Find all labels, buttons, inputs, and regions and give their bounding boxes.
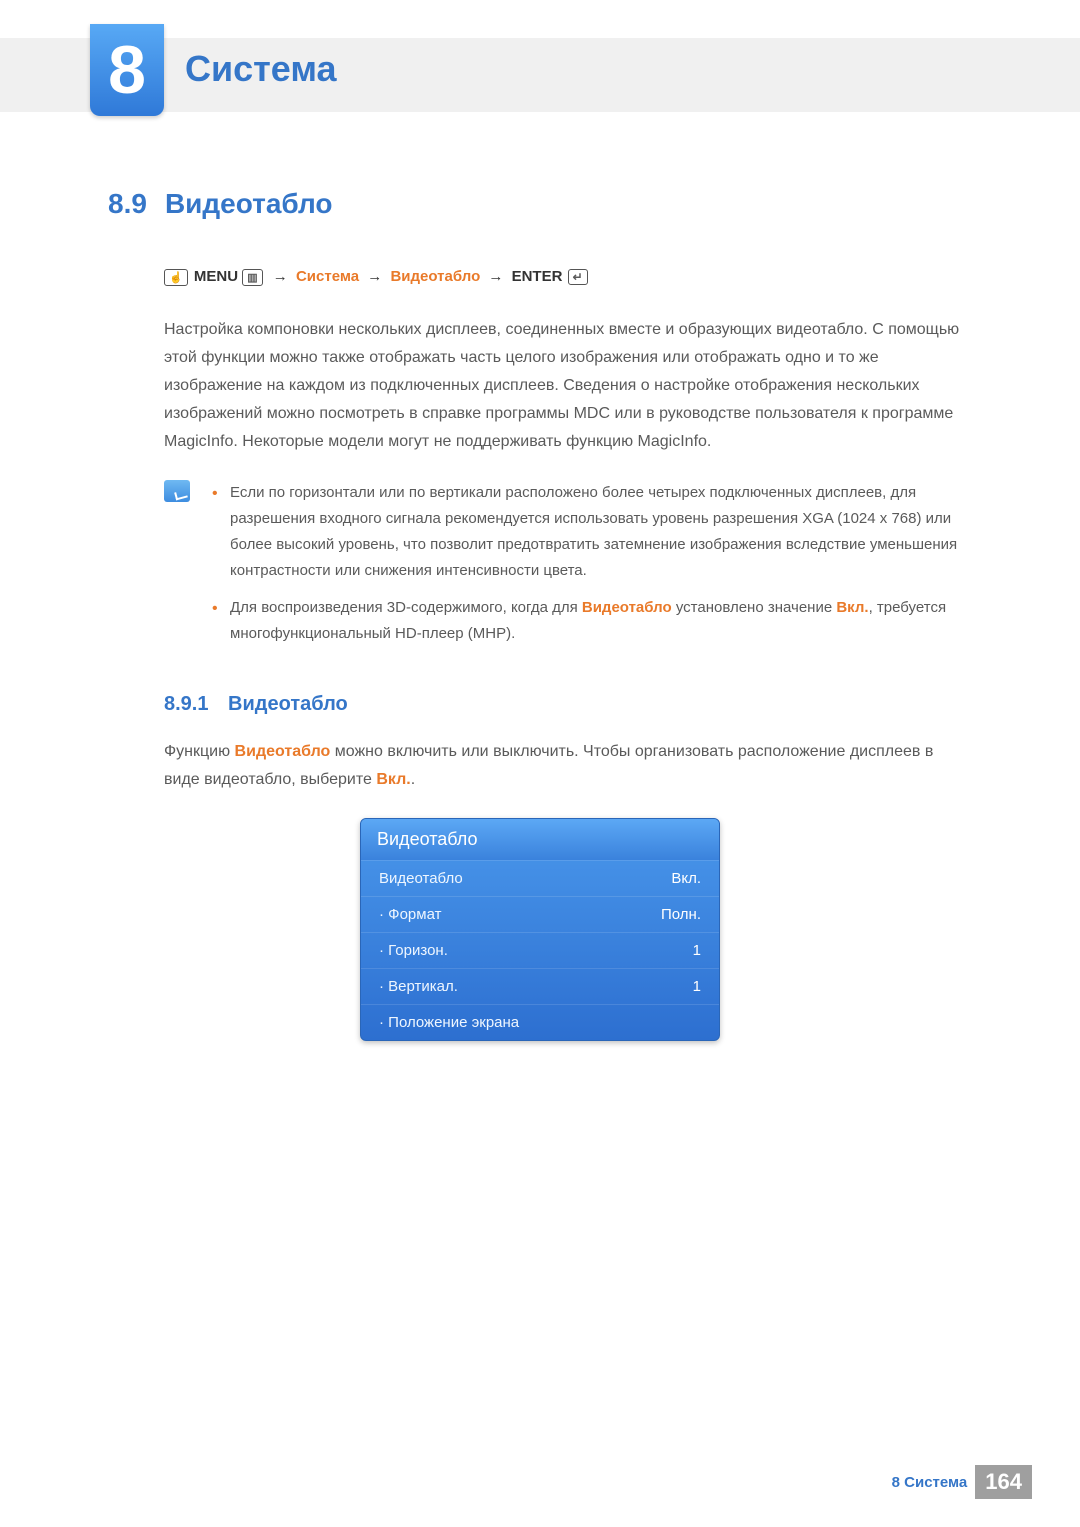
osd-value: Вкл. bbox=[671, 870, 701, 887]
chapter-number-tab: 8 bbox=[90, 24, 164, 116]
subpara-post: . bbox=[411, 771, 415, 788]
arrow-icon: → bbox=[269, 268, 292, 285]
remote-icon: ☝ bbox=[164, 269, 188, 286]
subsection-title: Видеотабло bbox=[228, 693, 348, 715]
osd-label: Горизон. bbox=[379, 942, 448, 959]
osd-label: Видеотабло bbox=[379, 870, 463, 887]
osd-row: Положение экрана bbox=[361, 1004, 719, 1040]
osd-value: 1 bbox=[693, 942, 701, 959]
footer-page-number: 164 bbox=[975, 1465, 1032, 1499]
section-number: 8.9 bbox=[108, 188, 147, 220]
osd-label: Вертикал. bbox=[379, 978, 458, 995]
page-content: 8.9 Видеотабло ☝ MENU ▥ → Система → Виде… bbox=[108, 188, 972, 1041]
note2-pre: Для воспроизведения 3D-содержимого, когд… bbox=[230, 599, 582, 616]
osd-panel: Видеотабло Видеотабло Вкл. Формат Полн. … bbox=[360, 818, 720, 1041]
note2-mid: установлено значение bbox=[672, 599, 837, 616]
footer-chapter-label: 8 Система bbox=[892, 1474, 968, 1491]
subsection-number: 8.9.1 bbox=[164, 693, 208, 715]
menu-grid-icon: ▥ bbox=[242, 269, 262, 286]
subsection-paragraph: Функцию Видеотабло можно включить или вы… bbox=[164, 738, 972, 794]
breadcrumb-menu: MENU bbox=[194, 268, 238, 285]
osd-label: Формат bbox=[379, 906, 441, 923]
note-icon bbox=[164, 480, 190, 502]
breadcrumb-step-2: Видеотабло bbox=[390, 268, 480, 285]
subsection-heading: 8.9.1 Видеотабло bbox=[164, 693, 972, 716]
note-item-2: Для воспроизведения 3D-содержимого, когд… bbox=[206, 595, 972, 648]
arrow-icon: → bbox=[484, 268, 507, 285]
note-list: Если по горизонтали или по вертикали рас… bbox=[206, 480, 972, 658]
breadcrumb-step-1: Система bbox=[296, 268, 359, 285]
osd-value: 1 bbox=[693, 978, 701, 995]
intro-paragraph: Настройка компоновки нескольких дисплеев… bbox=[164, 316, 972, 456]
note2-bold1: Видеотабло bbox=[582, 599, 672, 616]
page-footer: 8 Система 164 bbox=[892, 1465, 1032, 1499]
osd-value: Полн. bbox=[661, 906, 701, 923]
section-heading: 8.9 Видеотабло bbox=[108, 188, 972, 220]
section-title: Видеотабло bbox=[165, 188, 333, 220]
enter-icon: ↵ bbox=[568, 269, 588, 285]
note-item-1: Если по горизонтали или по вертикали рас… bbox=[206, 480, 972, 585]
subpara-bold2: Вкл. bbox=[376, 771, 410, 788]
menu-breadcrumb: ☝ MENU ▥ → Система → Видеотабло → ENTER … bbox=[164, 268, 972, 286]
arrow-icon: → bbox=[363, 268, 386, 285]
osd-row: Вертикал. 1 bbox=[361, 968, 719, 1004]
subpara-pre: Функцию bbox=[164, 743, 235, 760]
subpara-bold1: Видеотабло bbox=[235, 743, 331, 760]
osd-label: Положение экрана bbox=[379, 1014, 519, 1031]
osd-row: Горизон. 1 bbox=[361, 932, 719, 968]
note-block: Если по горизонтали или по вертикали рас… bbox=[164, 480, 972, 658]
note2-bold2: Вкл. bbox=[836, 599, 868, 616]
chapter-title: Система bbox=[185, 48, 337, 90]
breadcrumb-enter: ENTER bbox=[512, 268, 563, 285]
osd-row: Видеотабло Вкл. bbox=[361, 860, 719, 896]
osd-row: Формат Полн. bbox=[361, 896, 719, 932]
osd-title: Видеотабло bbox=[361, 819, 719, 860]
